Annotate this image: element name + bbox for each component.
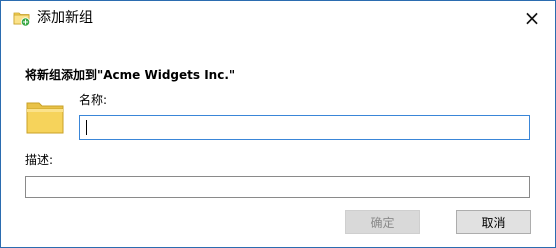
dialog-heading: 将新组添加到"Acme Widgets Inc.": [25, 68, 236, 82]
add-group-folder-icon: [13, 9, 31, 27]
close-button[interactable]: ×: [509, 1, 555, 35]
title-bar: 添加新组 ×: [1, 1, 555, 35]
name-field[interactable]: [79, 115, 530, 140]
name-label: 名称:: [79, 93, 108, 107]
window-title: 添加新组: [37, 10, 93, 26]
description-label: 描述:: [25, 153, 54, 167]
description-field[interactable]: [25, 176, 530, 198]
folder-icon: [26, 99, 64, 135]
cancel-button[interactable]: 取消: [456, 210, 531, 234]
ok-button[interactable]: 确定: [345, 210, 420, 234]
add-group-dialog: 添加新组 × 将新组添加到"Acme Widgets Inc." 名称: 描述:…: [0, 0, 556, 248]
close-icon: ×: [523, 6, 541, 30]
text-caret: [86, 120, 87, 135]
